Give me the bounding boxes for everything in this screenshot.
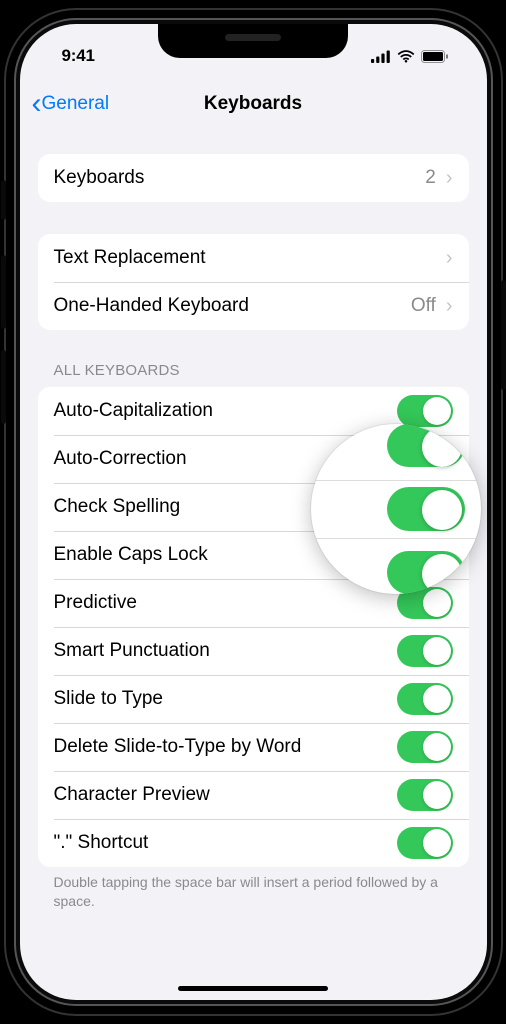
chevron-right-icon: ›: [446, 167, 453, 190]
wifi-icon: [397, 50, 415, 63]
toggle-delete-slide-to-type-by-word[interactable]: [397, 731, 453, 763]
row-slide-to-type: Slide to Type: [38, 675, 469, 723]
screen: 9:41 ‹ General Keyboards: [20, 24, 487, 1000]
status-icons: [371, 50, 449, 63]
toggle-smart-punctuation[interactable]: [397, 635, 453, 667]
row-label: Check Spelling: [54, 496, 181, 518]
row-label: Auto-Capitalization: [54, 400, 213, 422]
row-value: 2: [425, 167, 436, 189]
chevron-right-icon: ›: [446, 295, 453, 318]
row-label: Predictive: [54, 592, 137, 614]
row-label: Slide to Type: [54, 688, 164, 710]
row-character-preview: Character Preview: [38, 771, 469, 819]
row-one-handed-keyboard[interactable]: One-Handed Keyboard Off ›: [38, 282, 469, 330]
row-delete-slide-to-type-by-word: Delete Slide-to-Type by Word: [38, 723, 469, 771]
row-value: Off: [411, 295, 436, 317]
side-button-volume-up: [1, 255, 6, 329]
home-indicator[interactable]: [178, 986, 328, 991]
battery-icon: [421, 50, 449, 63]
signal-icon: [371, 50, 391, 63]
magnified-toggle-icon: [387, 551, 465, 594]
toggle-character-preview[interactable]: [397, 779, 453, 811]
row-label: Text Replacement: [54, 247, 206, 269]
side-button-volume-down: [1, 350, 6, 424]
row-label: Enable Caps Lock: [54, 544, 208, 566]
magnified-toggle-icon: [387, 487, 465, 530]
group-keyboards: Keyboards 2 ›: [38, 154, 469, 202]
row-label: Auto-Correction: [54, 448, 187, 470]
footer-description: Double tapping the space bar will insert…: [54, 873, 453, 911]
side-button-silence: [1, 180, 6, 220]
status-time: 9:41: [62, 46, 95, 66]
magnified-toggle-icon: [387, 424, 465, 467]
toggle-period-shortcut[interactable]: [397, 827, 453, 859]
nav-bar: ‹ General Keyboards: [20, 82, 487, 126]
row-text-replacement[interactable]: Text Replacement ›: [38, 234, 469, 282]
row-label: "." Shortcut: [54, 832, 149, 854]
group-text-options: Text Replacement › One-Handed Keyboard O…: [38, 234, 469, 330]
page-title: Keyboards: [20, 93, 487, 115]
chevron-right-icon: ›: [446, 247, 453, 270]
row-period-shortcut: "." Shortcut: [38, 819, 469, 867]
row-label: One-Handed Keyboard: [54, 295, 249, 317]
side-button-power: [501, 280, 506, 390]
toggle-slide-to-type[interactable]: [397, 683, 453, 715]
device-frame: 9:41 ‹ General Keyboards: [6, 10, 501, 1014]
row-label: Smart Punctuation: [54, 640, 210, 662]
magnifier-callout: [311, 424, 481, 594]
row-keyboards[interactable]: Keyboards 2 ›: [38, 154, 469, 202]
toggle-auto-capitalization[interactable]: [397, 395, 453, 427]
row-label: Keyboards: [54, 167, 145, 189]
section-header-all-keyboards: ALL KEYBOARDS: [54, 362, 469, 379]
row-smart-punctuation: Smart Punctuation: [38, 627, 469, 675]
row-label: Delete Slide-to-Type by Word: [54, 736, 302, 758]
row-label: Character Preview: [54, 784, 210, 806]
notch: [158, 24, 348, 58]
